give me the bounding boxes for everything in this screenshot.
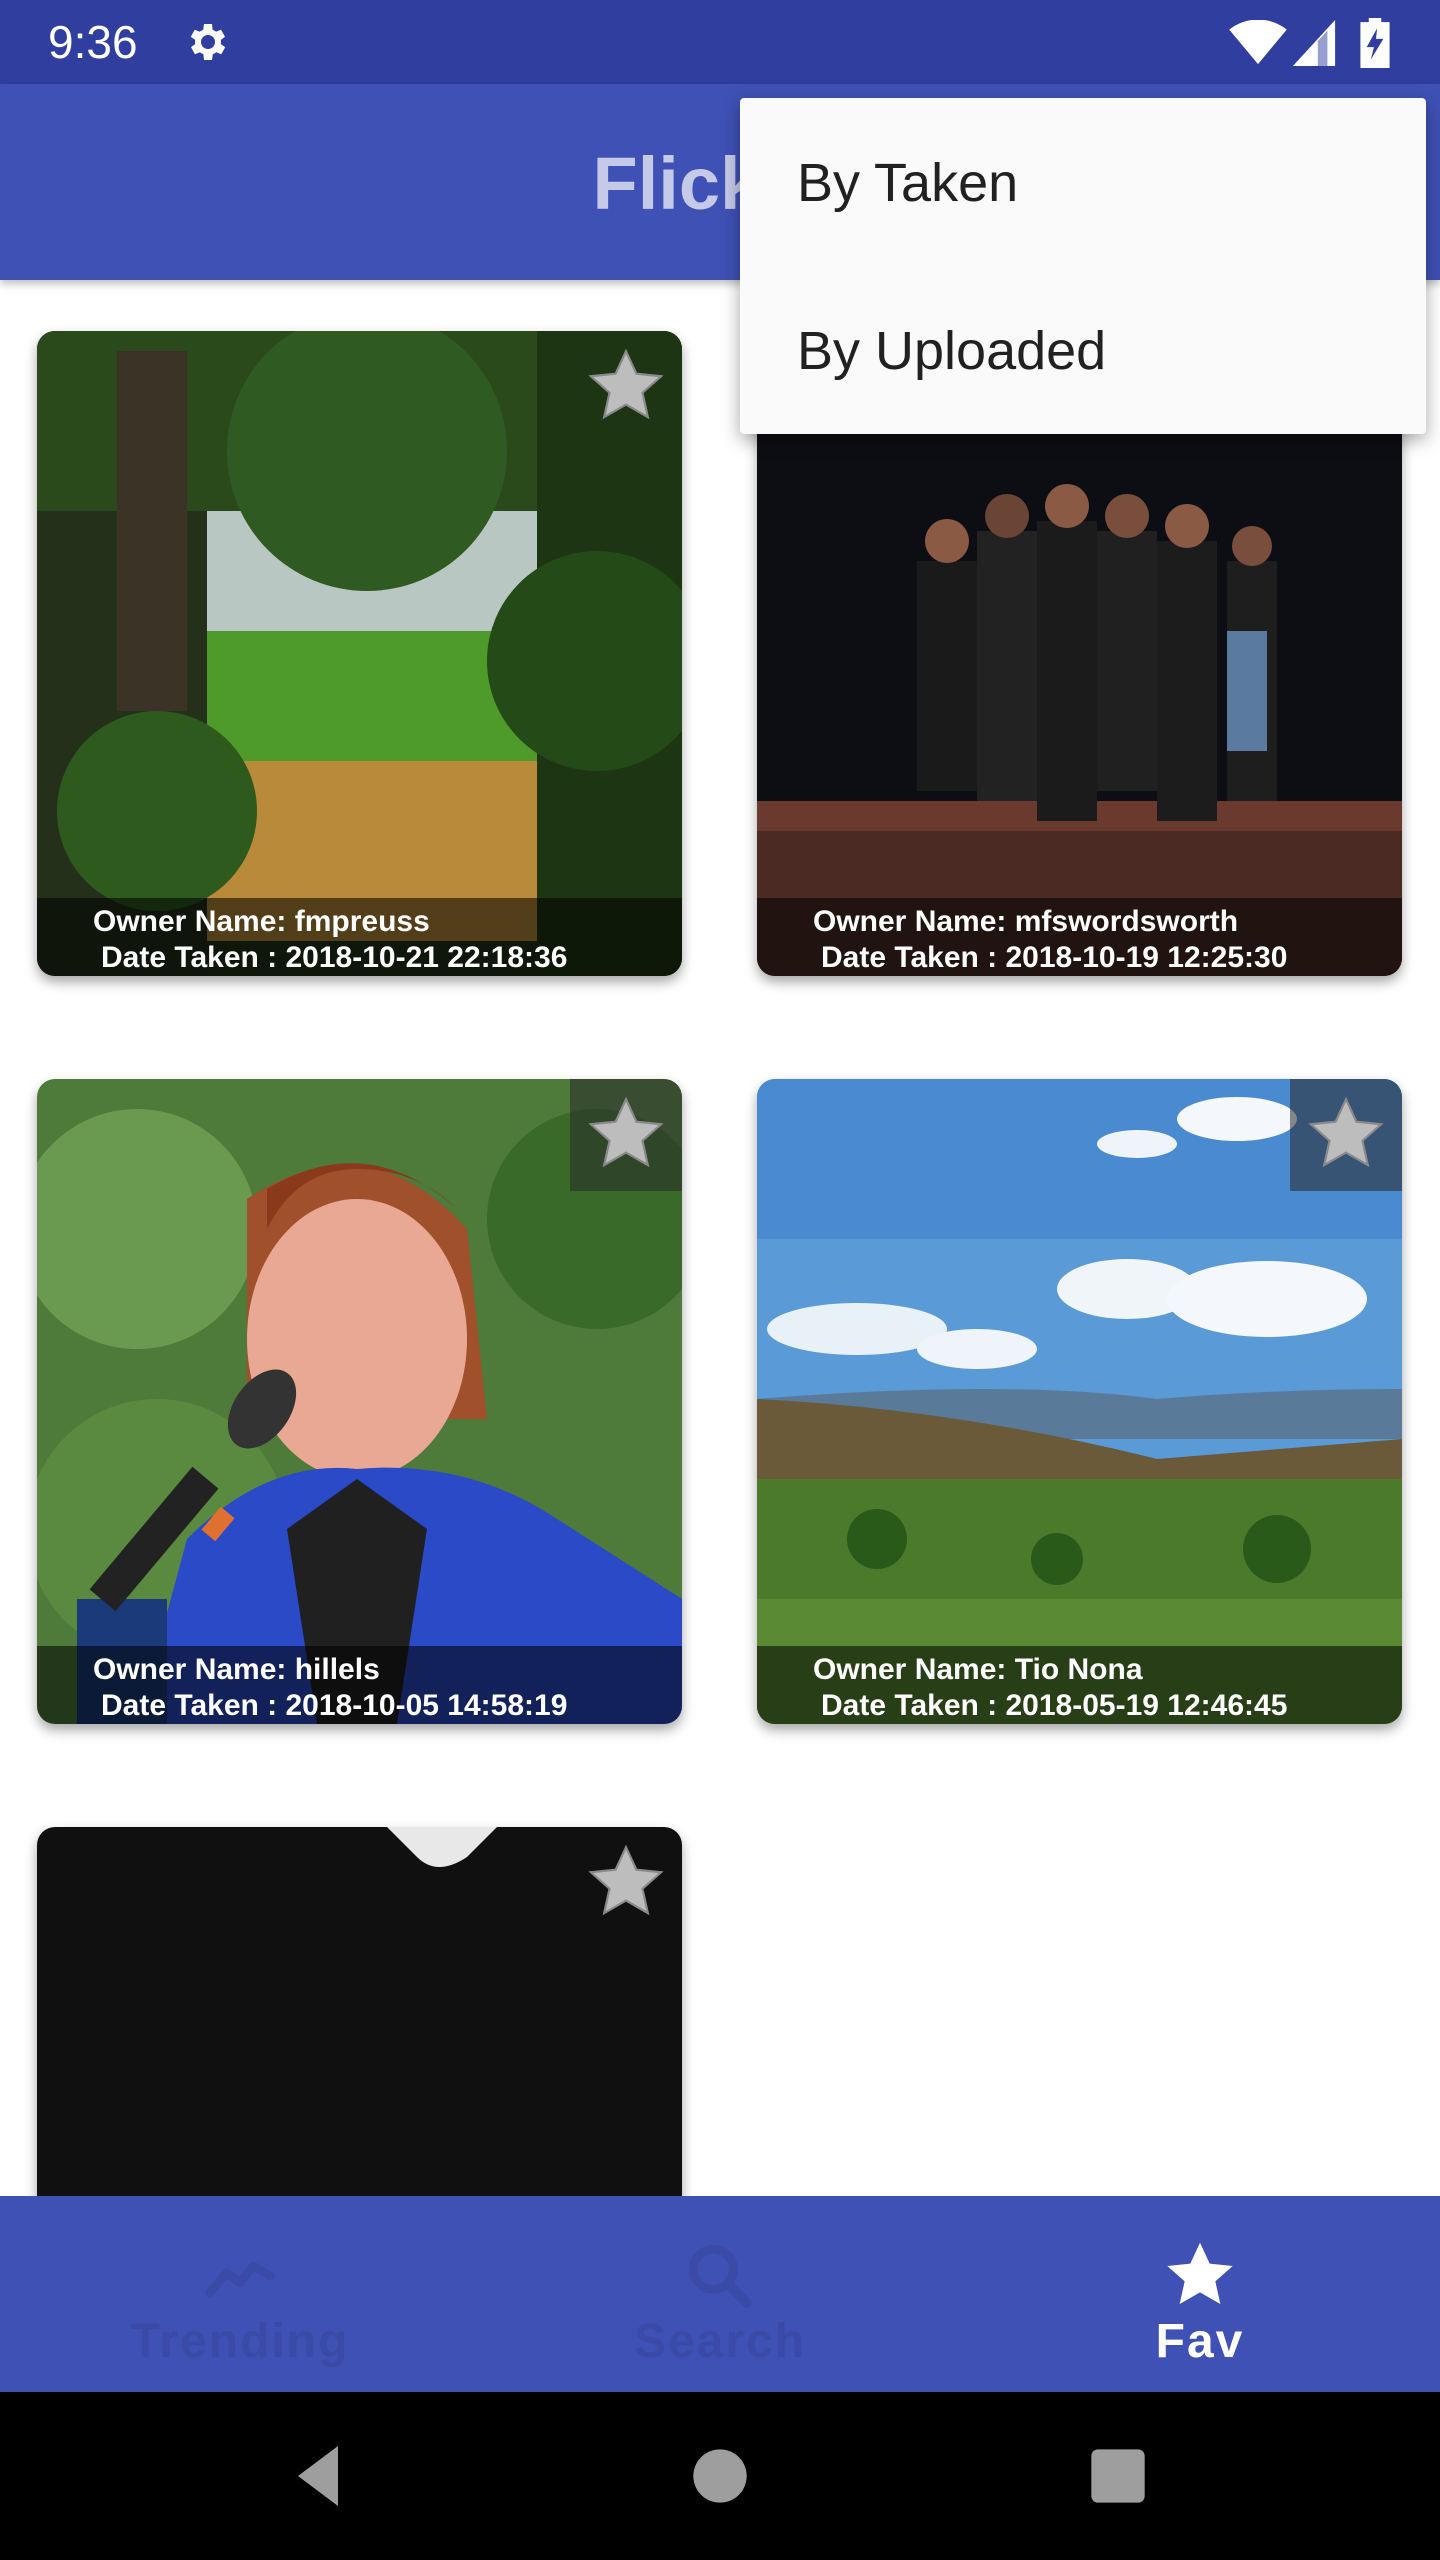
bottom-navigation: Trending Search Fav — [0, 2196, 1440, 2392]
nav-label: Search — [633, 2315, 807, 2368]
date-taken: Date Taken : 2018-10-05 14:58:19 — [101, 1689, 568, 1722]
photo-caption: Owner Name: hillels Date Taken : 2018-10… — [37, 1646, 682, 1724]
menu-item-label: By Taken — [797, 153, 1019, 213]
recents-icon[interactable] — [1078, 2436, 1158, 2516]
nav-label: Trending — [130, 2315, 350, 2368]
owner-name: Owner Name: fmpreuss — [93, 905, 430, 938]
menu-item-label: By Uploaded — [797, 321, 1107, 381]
favorite-toggle[interactable] — [570, 331, 682, 443]
owner-name: Owner Name: mfswordsworth — [813, 905, 1239, 938]
home-icon[interactable] — [680, 2436, 760, 2516]
menu-item-by-taken[interactable]: By Taken — [740, 98, 1426, 266]
star-icon — [588, 1096, 664, 1168]
favorite-toggle[interactable] — [570, 1827, 682, 1939]
wifi-icon — [1229, 20, 1287, 65]
star-icon — [588, 1844, 664, 1916]
signal-icon — [1292, 20, 1336, 66]
photo-caption: Owner Name: Tio Nona Date Taken : 2018-0… — [757, 1646, 1402, 1724]
date-taken: Date Taken : 2018-10-19 12:25:30 — [821, 941, 1288, 974]
owner-name: Owner Name: hillels — [93, 1653, 380, 1686]
battery-charging-icon — [1360, 18, 1390, 68]
sort-menu: By Taken By Uploaded — [740, 98, 1426, 434]
date-taken: Date Taken : 2018-05-19 12:46:45 — [821, 1689, 1288, 1722]
star-icon — [1308, 1096, 1384, 1168]
gear-icon — [190, 24, 226, 60]
photo-card[interactable]: Owner Name: Tio Nona Date Taken : 2018-0… — [757, 1079, 1402, 1724]
status-bar: 9:36 — [0, 0, 1440, 84]
photo-caption: Owner Name: fmpreuss Date Taken : 2018-1… — [37, 898, 682, 976]
trending-icon — [205, 2261, 275, 2297]
nav-label: Fav — [1155, 2315, 1245, 2368]
system-navigation-bar — [0, 2392, 1440, 2560]
owner-name: Owner Name: Tio Nona — [813, 1653, 1143, 1686]
menu-item-by-uploaded[interactable]: By Uploaded — [740, 266, 1426, 434]
nav-item-fav[interactable]: Fav — [960, 2196, 1440, 2392]
favorite-toggle[interactable] — [570, 1079, 682, 1191]
back-icon[interactable] — [278, 2436, 358, 2516]
nav-item-trending[interactable]: Trending — [0, 2196, 480, 2392]
star-icon — [588, 348, 664, 420]
search-icon — [689, 2245, 752, 2308]
photo-caption: Owner Name: mfswordsworth Date Taken : 2… — [757, 898, 1402, 976]
favorite-toggle[interactable] — [1290, 1079, 1402, 1191]
star-icon — [1167, 2242, 1233, 2304]
photo-card[interactable]: Owner Name: fmpreuss Date Taken : 2018-1… — [37, 331, 682, 976]
date-taken: Date Taken : 2018-10-21 22:18:36 — [101, 941, 568, 974]
photo-card[interactable]: Owner Name: hillels Date Taken : 2018-10… — [37, 1079, 682, 1724]
nav-item-search[interactable]: Search — [480, 2196, 960, 2392]
status-time: 9:36 — [48, 16, 138, 68]
